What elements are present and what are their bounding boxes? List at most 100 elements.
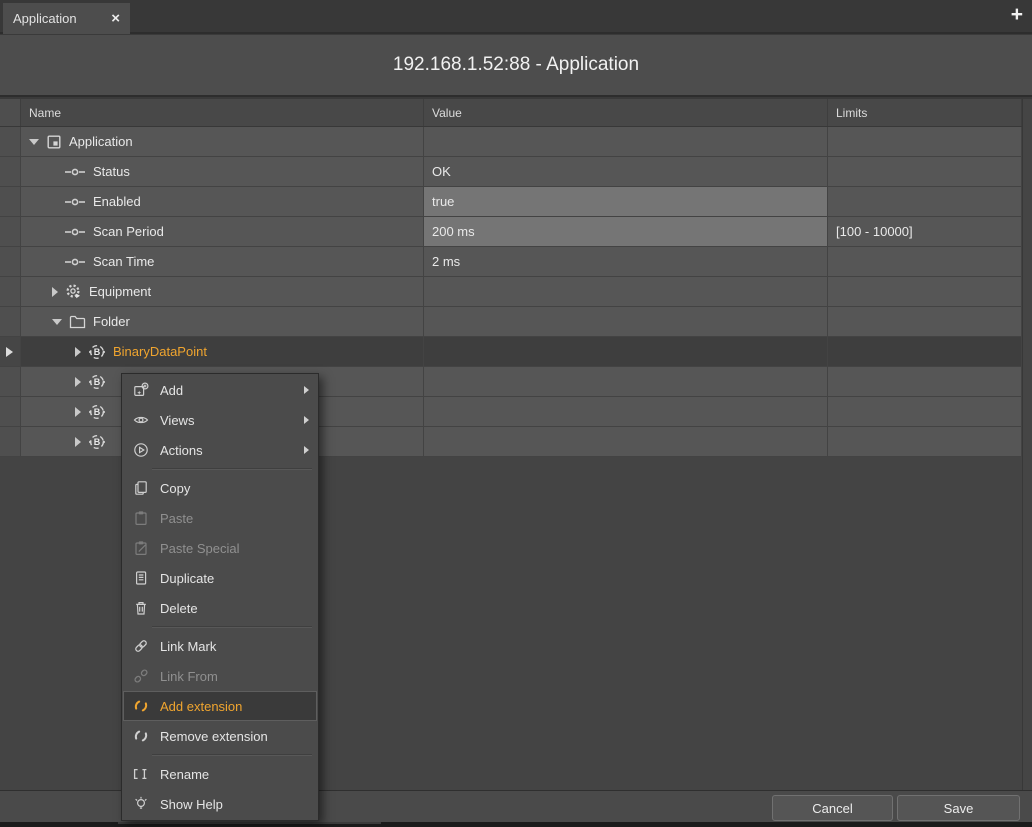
- svg-text:B: B: [94, 407, 101, 417]
- equipment-gear-icon: [65, 283, 82, 300]
- svg-text:B: B: [94, 437, 101, 447]
- menu-item-copy[interactable]: Copy: [122, 473, 318, 503]
- row-limits: [100 - 10000]: [828, 217, 1022, 247]
- link-broken-icon: [132, 668, 149, 685]
- expand-arrow-icon[interactable]: [75, 347, 81, 357]
- row-value: [424, 397, 828, 427]
- row-gutter: [0, 397, 21, 427]
- menu-item-paste: Paste: [122, 503, 318, 533]
- row-gutter: [0, 127, 21, 157]
- menu-item-show-help[interactable]: Show Help: [122, 789, 318, 819]
- window-bottom-edge-highlight: [118, 822, 381, 824]
- svg-text:B: B: [94, 377, 101, 387]
- menu-item-add-extension[interactable]: Add extension: [123, 691, 317, 721]
- column-header-name[interactable]: Name: [21, 99, 424, 126]
- tree-row-scan-period[interactable]: Scan Period 200 ms [100 - 10000]: [0, 217, 1022, 247]
- row-gutter: [0, 307, 21, 337]
- menu-item-add[interactable]: Add: [122, 375, 318, 405]
- new-tab-button[interactable]: +: [1011, 3, 1023, 27]
- row-limits: [828, 397, 1022, 427]
- property-icon: [64, 197, 86, 207]
- value-field-scan-period[interactable]: 200 ms: [424, 217, 828, 247]
- submenu-arrow-icon: [304, 386, 309, 394]
- tab-label: Application: [13, 11, 77, 26]
- row-value: [424, 127, 828, 157]
- add-node-icon: [132, 382, 149, 399]
- expand-arrow-icon[interactable]: [75, 377, 81, 387]
- row-limits: [828, 187, 1022, 217]
- menu-item-paste-special: Paste Special: [122, 533, 318, 563]
- row-name: Status: [93, 164, 130, 179]
- copy-icon: [132, 480, 149, 497]
- row-limits: [828, 427, 1022, 457]
- value-field-enabled[interactable]: true: [424, 187, 828, 217]
- menu-item-delete[interactable]: Delete: [122, 593, 318, 623]
- row-name: Application: [69, 134, 133, 149]
- column-header-value[interactable]: Value: [424, 99, 828, 126]
- remove-extension-icon: [132, 728, 149, 745]
- row-gutter: [0, 247, 21, 277]
- paste-special-icon: [132, 540, 149, 557]
- save-button[interactable]: Save: [897, 795, 1020, 821]
- row-limits: [828, 337, 1022, 367]
- row-gutter: [0, 337, 21, 367]
- play-circle-icon: [132, 442, 149, 459]
- rename-icon: [132, 766, 149, 783]
- menu-item-remove-extension[interactable]: Remove extension: [122, 721, 318, 751]
- row-value: [424, 307, 828, 337]
- expand-arrow-icon[interactable]: [29, 139, 39, 145]
- duplicate-icon: [132, 570, 149, 587]
- row-value: [424, 367, 828, 397]
- cancel-button[interactable]: Cancel: [772, 795, 893, 821]
- close-icon[interactable]: ×: [111, 11, 120, 26]
- expand-arrow-icon[interactable]: [75, 437, 81, 447]
- menu-item-actions[interactable]: Actions: [122, 435, 318, 465]
- page-title: 192.168.1.52:88 - Application: [393, 54, 639, 76]
- binary-datapoint-icon: B: [88, 343, 106, 361]
- tree-row-binarydatapoint[interactable]: B BinaryDataPoint: [0, 337, 1022, 367]
- property-icon: [64, 167, 86, 177]
- row-value: [424, 277, 828, 307]
- row-gutter: [0, 427, 21, 457]
- menu-separator: [152, 626, 312, 628]
- tree-row-enabled[interactable]: Enabled true: [0, 187, 1022, 217]
- expand-arrow-icon[interactable]: [52, 287, 58, 297]
- binary-datapoint-icon: B: [88, 373, 106, 391]
- row-limits: [828, 367, 1022, 397]
- application-window: Application × + 192.168.1.52:88 - Applic…: [0, 0, 1032, 827]
- expand-arrow-icon[interactable]: [75, 407, 81, 417]
- row-value: 2 ms: [424, 247, 828, 277]
- tree-row-folder[interactable]: Folder: [0, 307, 1022, 337]
- menu-item-views[interactable]: Views: [122, 405, 318, 435]
- menu-separator: [152, 468, 312, 470]
- column-header-limits[interactable]: Limits: [828, 99, 1022, 126]
- trash-icon: [132, 600, 149, 617]
- row-name: Enabled: [93, 194, 141, 209]
- connection-title-bar: 192.168.1.52:88 - Application: [0, 35, 1032, 97]
- menu-item-link-mark[interactable]: Link Mark: [122, 631, 318, 661]
- menu-item-duplicate[interactable]: Duplicate: [122, 563, 318, 593]
- row-limits: [828, 307, 1022, 337]
- submenu-arrow-icon: [304, 416, 309, 424]
- tree-row-scan-time[interactable]: Scan Time 2 ms: [0, 247, 1022, 277]
- tab-application[interactable]: Application ×: [3, 3, 130, 34]
- row-name: Scan Period: [93, 224, 164, 239]
- row-value: [424, 427, 828, 457]
- tree-row-status[interactable]: Status OK: [0, 157, 1022, 187]
- help-bulb-icon: [132, 796, 149, 813]
- menu-item-rename[interactable]: Rename: [122, 759, 318, 789]
- tree-row-equipment[interactable]: Equipment: [0, 277, 1022, 307]
- row-limits: [828, 277, 1022, 307]
- row-limits: [828, 247, 1022, 277]
- tab-bar: Application × +: [0, 0, 1032, 34]
- expand-arrow-icon[interactable]: [52, 319, 62, 325]
- scrollbar-track[interactable]: [1022, 99, 1032, 790]
- row-value: [424, 337, 828, 367]
- tree-row-application[interactable]: Application: [0, 127, 1022, 157]
- row-name: Folder: [93, 314, 130, 329]
- row-limits: [828, 127, 1022, 157]
- folder-icon: [69, 315, 86, 329]
- link-icon: [132, 638, 149, 655]
- row-name: BinaryDataPoint: [113, 344, 207, 359]
- menu-separator: [152, 754, 312, 756]
